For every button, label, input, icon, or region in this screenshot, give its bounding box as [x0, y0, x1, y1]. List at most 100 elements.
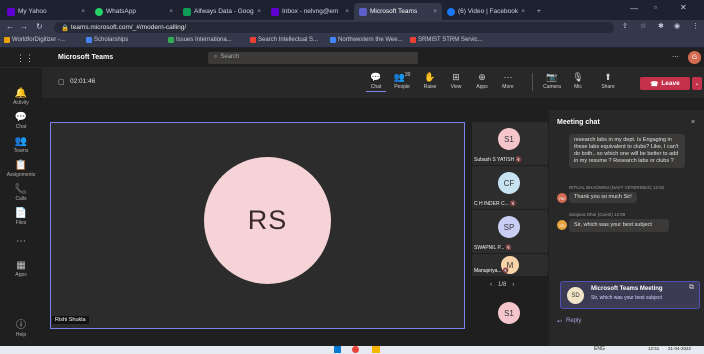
browser-tab[interactable]: Inbox - nelvng@em ×: [266, 3, 354, 20]
bookmark[interactable]: WorldforDigitizer -...: [4, 37, 65, 43]
profile-icon[interactable]: ◉: [674, 22, 680, 30]
windows-start-icon[interactable]: [334, 346, 341, 353]
rail-files[interactable]: 📄 Files: [0, 208, 42, 226]
chat-button[interactable]: 💬 Chat: [366, 72, 386, 92]
participant-tile[interactable]: SP SWAPNIL P... 🔇: [472, 210, 548, 253]
apps-icon: ⊕: [478, 72, 486, 82]
share-button[interactable]: ⬆ Share: [598, 72, 618, 90]
minimize-icon[interactable]: —: [630, 4, 638, 13]
more-button[interactable]: ⋯ More: [498, 72, 518, 90]
maximize-icon[interactable]: ▫: [654, 3, 657, 12]
close-icon[interactable]: ×: [345, 8, 349, 15]
camera-off-icon: 📷: [546, 72, 558, 82]
participant-tile[interactable]: CF C H INDER C... 🔇: [472, 166, 548, 209]
bookmark[interactable]: Scholarships: [86, 37, 128, 43]
close-icon[interactable]: ×: [81, 8, 85, 15]
bookmark[interactable]: Search Intellectual S...: [250, 37, 318, 43]
chat-title: Meeting chat: [557, 119, 600, 126]
hand-icon: ✋: [424, 72, 436, 82]
rail-more[interactable]: ⋯: [0, 236, 42, 248]
close-icon[interactable]: ×: [169, 8, 173, 15]
apps-icon: ▦: [16, 260, 26, 271]
camera-button[interactable]: 📷 Camera: [542, 72, 562, 90]
bookmark-icon: [410, 37, 416, 43]
bookmark[interactable]: Northwestern the Wee...: [330, 37, 403, 43]
star-icon[interactable]: ☆: [640, 22, 646, 30]
search-input[interactable]: ⌕ Search: [208, 52, 418, 64]
rail-calls[interactable]: 📞 Calls: [0, 184, 42, 202]
bookmark[interactable]: Issues Internationa...: [168, 37, 232, 43]
main-participant-name: Rishi Shukla: [52, 316, 89, 324]
close-icon[interactable]: ×: [691, 119, 695, 126]
reply-button[interactable]: ↩ Reply: [557, 318, 581, 325]
more-options-icon[interactable]: ⋯: [672, 53, 679, 61]
chat-notification-toast[interactable]: SD Microsoft Teams Meeting Sir, which wa…: [560, 281, 700, 309]
browser-tab[interactable]: (6) Video | Facebook ×: [442, 3, 530, 20]
rail-apps[interactable]: ▦ Apps: [0, 260, 42, 278]
bookmark-icon: [4, 37, 10, 43]
extensions-icon[interactable]: ✱: [658, 22, 664, 30]
assignment-icon: 📋: [14, 160, 28, 171]
rail-assignments[interactable]: 📋 Assignments: [0, 160, 42, 178]
back-icon[interactable]: ←: [6, 22, 14, 31]
chevron-left-icon[interactable]: ‹: [490, 282, 492, 288]
help-icon: ⓘ: [16, 320, 26, 331]
browser-tab-bar: My Yahoo × WhatsApp × Alfways Data - Goog ×…: [0, 0, 704, 20]
raise-hand-button[interactable]: ✋ Raise: [420, 72, 440, 90]
language-indicator[interactable]: ENG: [594, 346, 605, 352]
folder-icon[interactable]: [372, 346, 380, 353]
bookmark[interactable]: SRMIST STRM Servic...: [410, 37, 483, 43]
rail-teams[interactable]: 👥 Teams: [0, 136, 42, 154]
expand-icon[interactable]: ⧉: [689, 284, 694, 292]
close-window-icon[interactable]: ✕: [680, 3, 687, 12]
participant-name: C H INDER C... 🔇: [474, 201, 517, 207]
browser-tab[interactable]: My Yahoo ×: [2, 3, 90, 20]
mic-off-icon: 🔇: [510, 201, 517, 207]
new-tab-button[interactable]: +: [532, 3, 546, 20]
bookmark-icon: [86, 37, 92, 43]
chrome-icon[interactable]: [352, 346, 359, 353]
main-participant-avatar: RS: [204, 157, 331, 284]
avatar[interactable]: G: [688, 51, 701, 64]
lock-icon: 🔒: [61, 24, 71, 32]
apps-button[interactable]: ⊕ Apps: [472, 72, 492, 90]
view-button[interactable]: ⊞ View: [446, 72, 466, 90]
rail-chat[interactable]: 💬 Chat: [0, 112, 42, 130]
meeting-chat-panel: Meeting chat × research labs in my dept.…: [549, 110, 704, 346]
tile-pager[interactable]: ‹ 1/8 ›: [490, 282, 514, 288]
avatar[interactable]: S1: [498, 302, 520, 324]
sheets-icon: [183, 7, 191, 16]
shield-icon: ▢: [58, 79, 65, 86]
close-icon[interactable]: ×: [257, 8, 261, 15]
close-icon[interactable]: ×: [433, 8, 437, 15]
browser-tab[interactable]: WhatsApp ×: [90, 3, 178, 20]
search-icon: ⌕: [214, 54, 218, 60]
participant-tile[interactable]: S1 Subash S YATISH 🔇: [472, 122, 548, 165]
address-toolbar: ← → ↻ 🔒 teams.microsoft.com/_#/modern-ca…: [0, 20, 704, 35]
people-button[interactable]: 👥39 People: [392, 72, 412, 90]
bookmark-icon: [168, 37, 174, 43]
chevron-right-icon[interactable]: ›: [512, 282, 514, 288]
chat-message: Thank you so much Sir!: [569, 192, 637, 203]
menu-icon[interactable]: ⋮: [692, 22, 699, 30]
leave-button[interactable]: ☎ Leave: [640, 77, 690, 90]
share-icon: ⬆: [604, 72, 612, 82]
reload-icon[interactable]: ↻: [36, 22, 43, 31]
message-meta: RITUAL BHAGWINI (NAVY VETERINES) 12:02: [569, 185, 665, 190]
phone-hangup-icon: ☎: [650, 80, 659, 88]
participant-name: Manupriya... 🔇: [474, 268, 510, 274]
forward-icon[interactable]: →: [20, 22, 28, 31]
more-icon: ⋯: [16, 236, 26, 247]
rail-help[interactable]: ⓘ Help: [0, 316, 42, 338]
browser-tab-active[interactable]: Microsoft Teams ×: [354, 3, 442, 20]
app-launcher-icon[interactable]: ⋮⋮: [16, 53, 34, 64]
divider: [532, 73, 533, 91]
url-field[interactable]: 🔒 teams.microsoft.com/_#/modern-calling/: [54, 22, 614, 33]
browser-tab[interactable]: Alfways Data - Goog ×: [178, 3, 266, 20]
bookmark-icon: [250, 37, 256, 43]
share-icon[interactable]: ⇪: [622, 22, 628, 30]
rail-activity[interactable]: 🔔 Activity: [0, 88, 42, 106]
mic-button[interactable]: 🎙 Mic: [568, 72, 588, 90]
chevron-down-icon[interactable]: ⌄: [692, 77, 702, 90]
close-icon[interactable]: ×: [521, 8, 525, 15]
